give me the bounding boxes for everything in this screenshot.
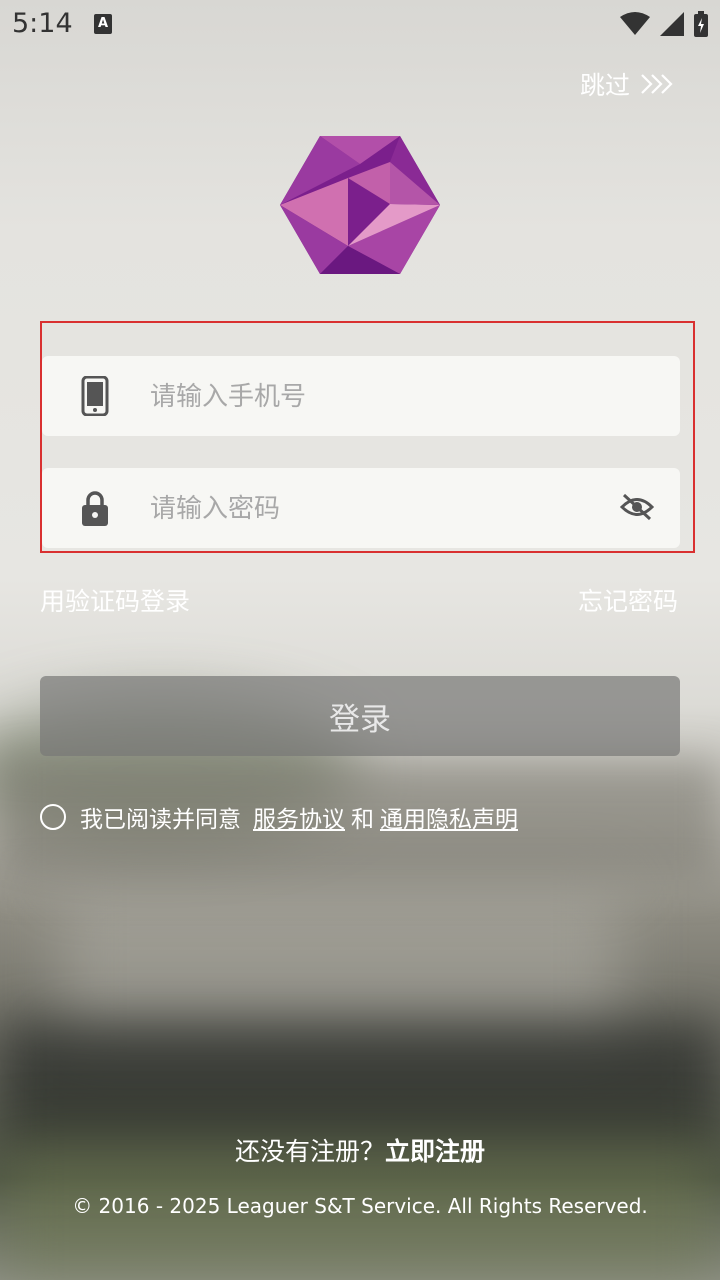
smartphone-icon xyxy=(81,376,109,416)
password-input[interactable] xyxy=(148,468,602,550)
register-row: 还没有注册？立即注册 xyxy=(0,1132,720,1168)
copyright-text: © 2016 - 2025 Leaguer S&T Service. All R… xyxy=(72,1194,648,1218)
eye-off-icon[interactable] xyxy=(620,492,654,522)
wifi-icon xyxy=(620,12,650,35)
status-time: 5:14 xyxy=(12,8,73,39)
register-prompt: 还没有注册？ xyxy=(234,1137,385,1166)
agreement-and: 和 xyxy=(351,807,374,833)
agreement-prefix: 我已阅读并同意 xyxy=(80,807,241,833)
forgot-password-link[interactable]: 忘记密码 xyxy=(578,582,678,618)
password-field[interactable] xyxy=(42,468,680,550)
phone-input[interactable] xyxy=(148,356,602,438)
battery-icon xyxy=(694,11,708,37)
skip-label: 跳过 xyxy=(580,71,631,100)
accessibility-notification-icon: A xyxy=(94,14,112,34)
sms-login-link[interactable]: 用验证码登录 xyxy=(40,582,190,618)
phone-field[interactable] xyxy=(42,356,680,438)
signal-icon xyxy=(660,12,684,36)
agreement-checkbox[interactable] xyxy=(40,804,66,830)
service-agreement-link[interactable]: 服务协议 xyxy=(253,800,345,834)
status-bar: 5:14 A xyxy=(0,0,720,50)
app-logo xyxy=(280,136,440,274)
agreement-row: 我已阅读并同意 服务协议 和 通用隐私声明 xyxy=(40,800,518,834)
lock-icon xyxy=(82,491,108,526)
register-now-link[interactable]: 立即注册 xyxy=(385,1137,485,1166)
privacy-policy-link[interactable]: 通用隐私声明 xyxy=(380,800,518,834)
skip-button[interactable]: 跳过 xyxy=(580,66,676,102)
chevrons-right-icon xyxy=(641,74,673,94)
login-button[interactable]: 登录 xyxy=(40,676,680,756)
